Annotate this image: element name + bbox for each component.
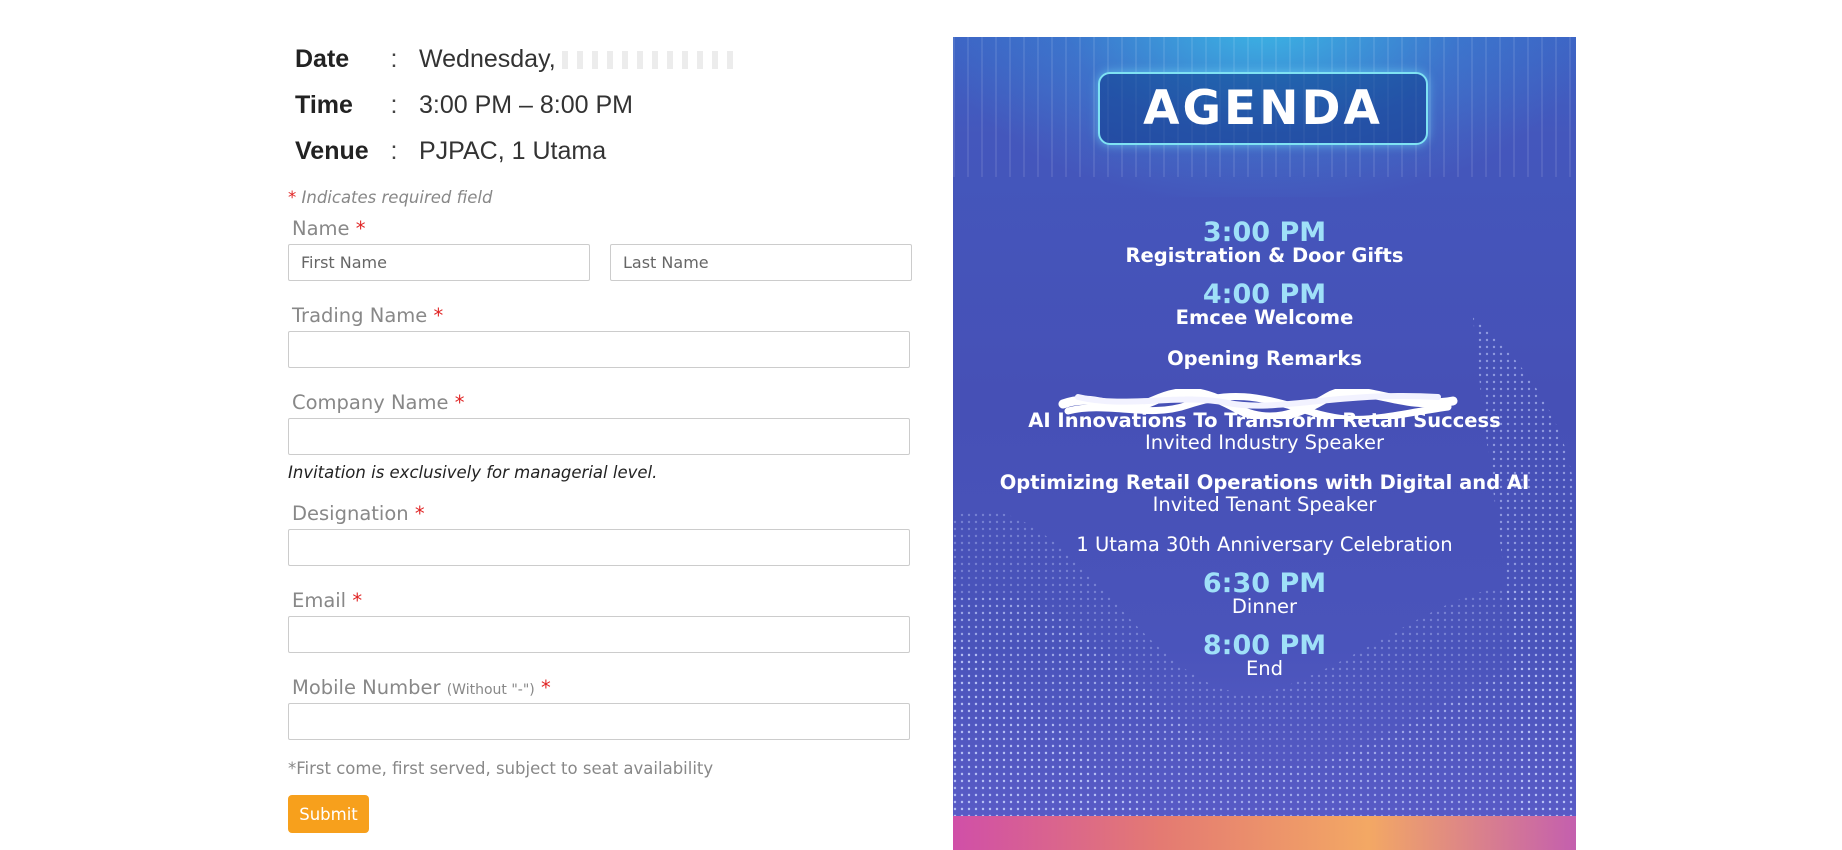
colon: : (390, 90, 398, 119)
agenda-item-text: Dinner (1231, 595, 1298, 618)
date-label: Date (295, 44, 350, 73)
blurred-date (561, 50, 737, 69)
trading-name-input[interactable] (288, 331, 910, 368)
agenda-poster: AGENDA 3:00 PM Registration & Door Gifts… (953, 37, 1576, 850)
colon: : (390, 44, 398, 73)
agenda-item-text: Emcee Welcome (1175, 306, 1354, 329)
agenda-item-text: Optimizing Retail Operations with Digita… (999, 471, 1530, 494)
required-note-text: Indicates required field (296, 188, 493, 207)
invitation-note: Invitation is exclusively for managerial… (288, 463, 658, 482)
company-name-input[interactable] (288, 418, 910, 455)
time-value: 3:00 PM – 8:00 PM (419, 90, 634, 119)
required-star: * (540, 676, 551, 699)
agenda-title-box: AGENDA (1098, 72, 1428, 145)
mobile-number-input[interactable] (288, 703, 910, 740)
required-field-note: * Indicates required field (288, 188, 493, 207)
agenda-item-text: Registration & Door Gifts (1125, 244, 1404, 267)
designation-label: Designation * (292, 502, 425, 525)
required-star: * (352, 589, 363, 612)
required-star: * (433, 304, 444, 327)
mobile-number-label: Mobile Number (Without "-") * (292, 676, 551, 699)
date-value: Wednesday, (419, 45, 737, 74)
colon: : (390, 136, 398, 165)
time-row: Time : 3:00 PM – 8:00 PM (295, 82, 737, 128)
trading-name-label: Trading Name * (292, 304, 443, 327)
email-label-text: Email (292, 589, 347, 612)
venue-row: Venue : PJPAC, 1 Utama (295, 128, 737, 174)
time-label: Time (295, 90, 353, 119)
agenda-item-text: 1 Utama 30th Anniversary Celebration (1076, 533, 1453, 556)
venue-label: Venue (295, 136, 369, 165)
designation-input[interactable] (288, 529, 910, 566)
date-row: Date : Wednesday, (295, 36, 737, 82)
name-label: Name * (292, 217, 365, 240)
seat-availability-note: *First come, first served, subject to se… (288, 759, 714, 778)
agenda-item-subtext: Invited Industry Speaker (1144, 431, 1384, 454)
agenda-title: AGENDA (1143, 81, 1383, 136)
agenda-item-subtext: Invited Tenant Speaker (1152, 493, 1377, 516)
required-star: * (414, 502, 425, 525)
trading-name-label-text: Trading Name (292, 304, 428, 327)
submit-button[interactable]: Submit (288, 795, 369, 833)
first-name-input[interactable] (288, 244, 590, 281)
company-name-label: Company Name * (292, 391, 464, 414)
name-label-text: Name (292, 217, 350, 240)
email-input[interactable] (288, 616, 910, 653)
poster-bottom-band (953, 816, 1576, 850)
company-name-label-text: Company Name (292, 391, 449, 414)
agenda-item-text: Opening Remarks (1167, 347, 1362, 370)
last-name-input[interactable] (610, 244, 912, 281)
mobile-label-text: Mobile Number (292, 676, 441, 699)
event-info: Date : Wednesday, Time : 3:00 PM – 8:00 … (295, 36, 737, 174)
agenda-item-text: End (1245, 657, 1284, 680)
mobile-hint: (Without "-") (446, 682, 535, 698)
required-star: * (454, 391, 465, 414)
required-star: * (355, 217, 366, 240)
date-weekday: Wednesday, (419, 44, 556, 73)
redaction-scribble (1058, 389, 1458, 419)
required-star: * (288, 188, 297, 207)
venue-value: PJPAC, 1 Utama (419, 136, 607, 165)
email-label: Email * (292, 589, 362, 612)
designation-label-text: Designation (292, 502, 409, 525)
